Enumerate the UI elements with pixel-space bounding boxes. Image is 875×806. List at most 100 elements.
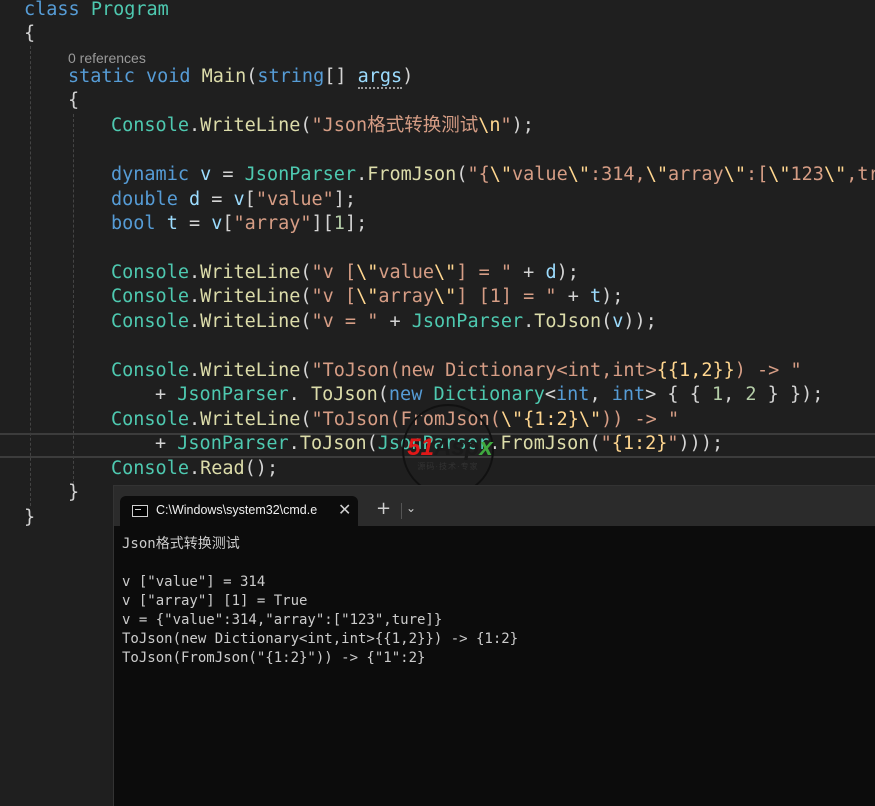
method-name: WriteLine [200, 409, 301, 430]
punctuation: ( [300, 360, 312, 381]
string-literal: "value" [255, 189, 334, 210]
chevron-down-icon[interactable]: ⌄ [406, 501, 416, 515]
terminal-output-line: v ["value"] = 314 [122, 574, 266, 590]
string-literal: ) -> " [734, 360, 802, 381]
punctuation: ( [456, 164, 468, 185]
watermark-asp: Asp [434, 434, 480, 461]
string-literal: value [378, 262, 435, 283]
cmd-icon [132, 505, 148, 517]
punctuation: ( [300, 115, 312, 136]
escape-sequence: \" [500, 409, 524, 430]
code-line: Console.WriteLine("ToJson(new Dictionary… [111, 359, 802, 383]
escape-sequence: \" [645, 164, 668, 185]
terminal-output-line: v ["array"] [1] = True [122, 593, 308, 609]
string-literal: "v = " [311, 311, 379, 332]
code-line: { [68, 89, 79, 113]
punctuation: . [188, 360, 201, 381]
punctuation: (); [244, 458, 279, 479]
watermark-subtitle: 源码·技术·专家 [417, 462, 479, 471]
terminal-tab-title: C:\Windows\system32\cmd.e [156, 503, 318, 517]
punctuation: )); [623, 311, 657, 332]
operator: + [512, 262, 546, 283]
string-literal: "v [ [311, 262, 357, 283]
keyword: class [24, 0, 80, 20]
method-name: ToJson [299, 433, 367, 454]
punctuation: ]; [333, 189, 357, 210]
escape-sequence: {1:2} [523, 409, 579, 430]
terminal-output-line: ToJson(FromJson("{1:2}")) -> {"1":2} [122, 650, 426, 666]
codelens-references[interactable]: 0 references [68, 50, 146, 66]
code-line: bool t = v["array"][1]; [111, 212, 367, 236]
escape-sequence: \" [578, 409, 602, 430]
new-tab-button[interactable]: + [376, 498, 391, 519]
watermark-51: 51 [407, 434, 434, 461]
class-name: Console [111, 311, 189, 332]
variable: v [612, 311, 624, 332]
class-name: JsonParser [177, 384, 289, 405]
punctuation: } }); [756, 384, 824, 405]
string-literal: " [667, 433, 679, 454]
method-name: WriteLine [200, 311, 301, 332]
punctuation: ( [366, 433, 378, 454]
terminal-window[interactable]: C:\Windows\system32\cmd.e ✕ + ⌄ Json格式转换… [113, 485, 875, 806]
string-literal: " [600, 433, 612, 454]
keyword: new [388, 384, 423, 405]
punctuation: ( [377, 384, 389, 405]
code-line: Console.WriteLine("v = " + JsonParser.To… [111, 310, 657, 334]
keyword: dynamic [111, 164, 189, 185]
punctuation: ( [246, 66, 258, 87]
punctuation: > { { [645, 384, 712, 405]
brace: } [68, 482, 80, 503]
code-line: { [24, 22, 35, 46]
code-line: double d = v["value"]; [111, 188, 356, 212]
escape-sequence: \" [823, 164, 847, 185]
terminal-output-line: Json格式转换测试 [122, 536, 240, 552]
escape-sequence: \" [489, 164, 513, 185]
number-literal: 1 [711, 384, 724, 405]
string-literal: :314, [590, 164, 646, 185]
punctuation: ( [300, 409, 312, 430]
punctuation: = [200, 189, 234, 210]
parameter-unused: args [357, 66, 403, 89]
site-watermark-logo: 51Aspx 源码·技术·专家 [402, 404, 494, 496]
punctuation: ( [300, 262, 312, 283]
punctuation: , [723, 384, 746, 405]
punctuation: ][ [311, 213, 334, 234]
keyword: bool [111, 213, 156, 234]
escape-sequence: \n [478, 115, 501, 136]
variable: v [211, 213, 223, 234]
punctuation: . [188, 458, 201, 479]
brace: { [68, 90, 80, 111]
class-name: Program [90, 0, 169, 20]
class-name: JsonParser [244, 164, 357, 185]
string-literal: array [378, 286, 435, 307]
variable: v [188, 164, 212, 185]
code-line: Console.WriteLine("ToJson(FromJson(\"{1:… [111, 408, 679, 432]
punctuation: [ [222, 213, 234, 234]
terminal-output-line: ToJson(new Dictionary<int,int>{{1,2}}) -… [122, 631, 519, 647]
punctuation: . [356, 164, 368, 185]
punctuation: . [188, 409, 201, 430]
terminal-output-line: v = {"value":314,"array":["123",ture]} [122, 612, 443, 628]
escape-sequence: \" [434, 286, 457, 307]
escape-sequence: {{1,2}} [656, 360, 735, 381]
class-name: Console [111, 360, 189, 381]
indent-guide [30, 46, 31, 506]
terminal-tab[interactable]: C:\Windows\system32\cmd.e ✕ [120, 496, 358, 526]
keyword: string [257, 66, 325, 87]
punctuation: ))); [678, 433, 724, 454]
brace: } [24, 507, 36, 528]
keyword: void [145, 66, 191, 87]
string-literal: "ToJson(new Dictionary<int,int> [311, 360, 657, 381]
keyword: int [556, 384, 590, 405]
string-literal: "{ [467, 164, 490, 185]
operator: + [155, 384, 178, 405]
code-line: class Program [24, 0, 169, 22]
code-line: Console.Read(); [111, 457, 278, 481]
close-icon[interactable]: ✕ [338, 500, 351, 519]
punctuation: ); [601, 286, 624, 307]
class-name: Console [111, 458, 189, 479]
code-line: + JsonParser. ToJson(new Dictionary<int,… [155, 383, 823, 407]
variable: d [177, 189, 201, 210]
punctuation: . [523, 311, 535, 332]
